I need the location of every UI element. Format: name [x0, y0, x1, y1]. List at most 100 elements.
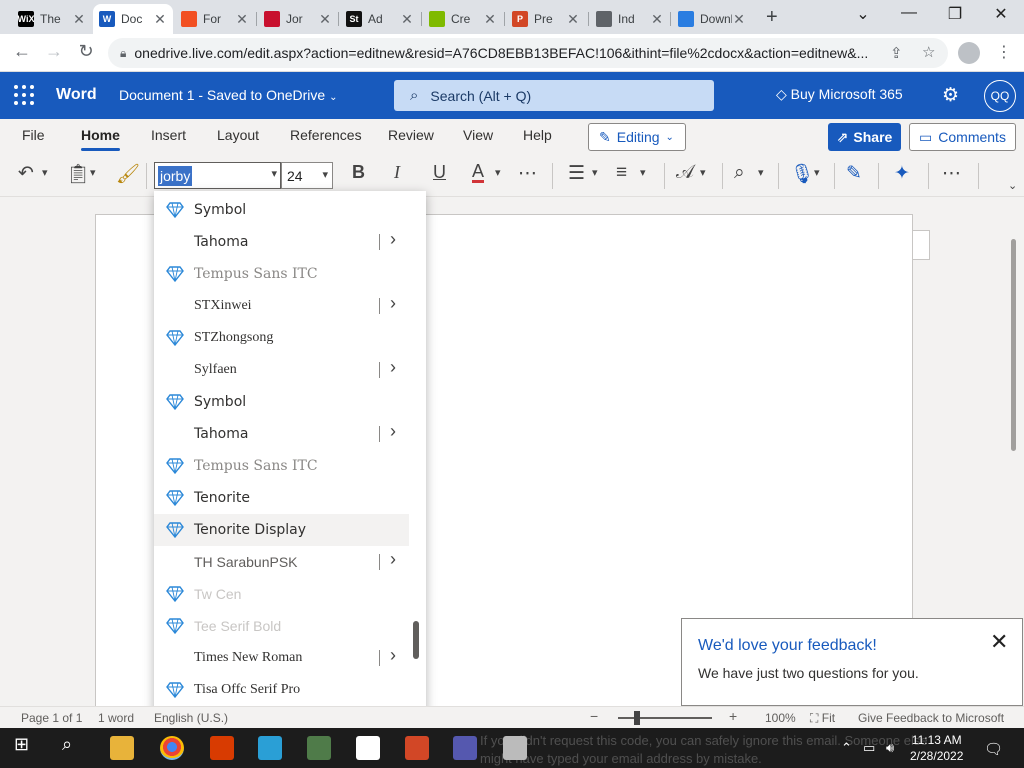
font-list-item[interactable]: Times New Roman ›: [154, 642, 409, 674]
network-icon[interactable]: ▭: [863, 740, 875, 756]
maximize-icon[interactable]: ❐: [932, 4, 978, 24]
bullets-icon[interactable]: ☰: [568, 162, 585, 185]
file-explorer-icon[interactable]: [110, 736, 134, 760]
bookmark-star-icon[interactable]: ☆: [922, 43, 935, 61]
app-launcher-icon[interactable]: [14, 85, 34, 105]
network-app-icon[interactable]: [307, 736, 331, 760]
editor-icon[interactable]: ✎: [846, 162, 862, 185]
browser-menu-icon[interactable]: ⋮: [996, 42, 1012, 62]
document-title[interactable]: Document 1 - Saved to OneDrive ⌄: [119, 87, 338, 103]
office-icon[interactable]: [210, 736, 234, 760]
tab-view[interactable]: View: [463, 127, 493, 143]
more-options-icon[interactable]: ⋯: [942, 162, 961, 185]
editing-mode-button[interactable]: ✎ Editing ⌄: [588, 123, 686, 151]
chevron-down-icon[interactable]: ▾: [90, 166, 96, 179]
search-input[interactable]: ⌕ Search (Alt + Q): [394, 80, 714, 111]
settings-gear-icon[interactable]: ⚙: [942, 84, 959, 107]
mail-icon[interactable]: [356, 736, 380, 760]
font-list-item[interactable]: Tahoma ›: [154, 226, 409, 258]
search-icon[interactable]: ⌕: [62, 734, 86, 758]
font-name-input[interactable]: jorby ▾: [154, 162, 281, 189]
font-list-item[interactable]: STXinwei ›: [154, 290, 409, 322]
clipboard-icon[interactable]: 📋︎: [66, 162, 90, 186]
tab-references[interactable]: References: [290, 127, 362, 143]
tray-chevron-icon[interactable]: ⌃: [841, 740, 852, 756]
chevron-right-icon[interactable]: ›: [390, 229, 396, 250]
close-icon[interactable]: ✕: [990, 629, 1008, 655]
close-tab-icon[interactable]: ✕: [318, 11, 332, 28]
font-list-item[interactable]: Tahoma ›: [154, 418, 409, 450]
buildings-app-icon[interactable]: [258, 736, 282, 760]
forward-icon[interactable]: →: [42, 41, 66, 62]
chevron-down-icon[interactable]: ▾: [814, 166, 820, 179]
url-field[interactable]: 🔒︎ onedrive.live.com/edit.aspx?action=ed…: [108, 38, 948, 68]
close-tab-icon[interactable]: ✕: [235, 11, 249, 28]
chevron-right-icon[interactable]: ›: [390, 645, 396, 666]
system-clock[interactable]: 11:13 AM 2/28/2022: [910, 732, 963, 764]
tab-insert[interactable]: Insert: [151, 127, 186, 143]
format-painter-icon[interactable]: 🖌︎: [116, 162, 140, 186]
tab-help[interactable]: Help: [523, 127, 552, 143]
close-tab-icon[interactable]: ✕: [153, 11, 167, 28]
undo-icon[interactable]: ↶: [18, 162, 34, 185]
zoom-level[interactable]: 100%: [765, 711, 796, 725]
chevron-down-icon[interactable]: ▾: [700, 166, 706, 179]
chevron-down-icon[interactable]: ▾: [322, 168, 328, 181]
chevron-right-icon[interactable]: ›: [390, 357, 396, 378]
align-icon[interactable]: ≡: [616, 162, 627, 184]
browser-tab[interactable]: Ind ✕: [590, 4, 670, 34]
dictate-microphone-icon[interactable]: 🎙︎: [790, 162, 814, 186]
new-tab-button[interactable]: +: [766, 6, 778, 29]
chevron-down-icon[interactable]: ▾: [42, 166, 48, 179]
font-list-item[interactable]: Tee Serif Bold: [154, 610, 409, 642]
font-list-item[interactable]: Sylfaen ›: [154, 354, 409, 386]
browser-tab[interactable]: W Doc ✕: [93, 4, 173, 34]
printer-icon[interactable]: [503, 736, 527, 760]
font-list-item[interactable]: Tempus Sans ITC: [154, 258, 409, 290]
chevron-down-icon[interactable]: ▾: [592, 166, 598, 179]
zoom-slider[interactable]: [618, 717, 712, 719]
comments-button[interactable]: ▭ Comments: [909, 123, 1016, 151]
chrome-icon[interactable]: [160, 736, 184, 760]
bold-icon[interactable]: B: [352, 162, 365, 183]
font-dropdown-list[interactable]: Symbol Tahoma › Tempus Sans ITC STXinwei › STZ…: [154, 191, 426, 720]
browser-tab[interactable]: St Ad ✕: [340, 4, 420, 34]
font-list-scrollbar[interactable]: [413, 621, 419, 659]
chevron-right-icon[interactable]: ›: [390, 421, 396, 442]
reload-icon[interactable]: ↻: [74, 41, 98, 62]
font-list-item[interactable]: Tw Cen: [154, 578, 409, 610]
tab-layout[interactable]: Layout: [217, 127, 259, 143]
browser-tab[interactable]: For ✕: [175, 4, 255, 34]
zoom-in-icon[interactable]: +: [729, 708, 737, 724]
close-window-icon[interactable]: ✕: [978, 4, 1024, 24]
chevron-down-icon[interactable]: ▾: [271, 167, 277, 180]
profile-avatar[interactable]: [958, 42, 980, 64]
chevron-down-icon[interactable]: ▾: [640, 166, 646, 179]
notifications-icon[interactable]: 🗨︎: [984, 740, 1003, 758]
font-list-item[interactable]: Symbol: [154, 386, 409, 418]
font-list-item[interactable]: Tenorite Display: [154, 514, 409, 546]
close-tab-icon[interactable]: ✕: [732, 11, 746, 28]
close-tab-icon[interactable]: ✕: [566, 11, 580, 28]
more-font-options-icon[interactable]: ⋯: [518, 162, 537, 185]
app-icon[interactable]: [453, 736, 477, 760]
chevron-down-icon[interactable]: ▾: [758, 166, 764, 179]
italic-icon[interactable]: I: [394, 162, 400, 183]
chevron-down-icon[interactable]: ▾: [495, 166, 501, 179]
close-tab-icon[interactable]: ✕: [400, 11, 414, 28]
font-color-icon[interactable]: A: [472, 162, 485, 183]
font-list-item[interactable]: STZhongsong: [154, 322, 409, 354]
zoom-slider-handle[interactable]: [634, 711, 640, 725]
expand-ribbon-icon[interactable]: ⌄: [1008, 179, 1017, 192]
chevron-right-icon[interactable]: ›: [390, 293, 396, 314]
styles-icon[interactable]: 𝒜: [676, 162, 694, 184]
designer-wand-icon[interactable]: ✦: [894, 162, 910, 185]
tab-search-icon[interactable]: ⌄: [840, 4, 886, 24]
buy-microsoft-365-link[interactable]: ◇ Buy Microsoft 365: [776, 86, 903, 103]
browser-tab[interactable]: Downlo✕: [672, 4, 752, 34]
minimize-icon[interactable]: —: [886, 4, 932, 22]
volume-icon[interactable]: 🔊︎: [886, 740, 894, 756]
chevron-right-icon[interactable]: ›: [390, 549, 396, 570]
give-feedback-link[interactable]: Give Feedback to Microsoft: [858, 711, 1004, 725]
avatar[interactable]: QQ: [984, 80, 1016, 112]
